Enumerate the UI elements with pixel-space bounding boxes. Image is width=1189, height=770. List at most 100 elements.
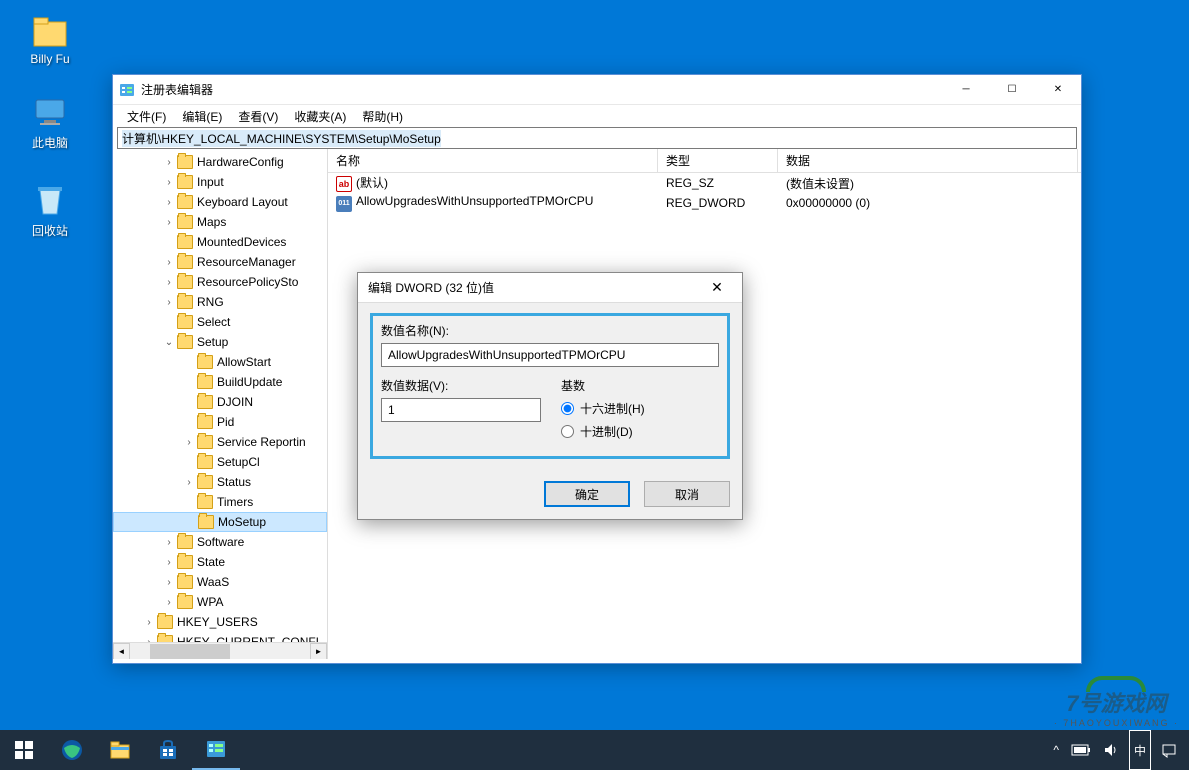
menu-file[interactable]: 文件(F) <box>119 106 174 127</box>
taskbar-store[interactable] <box>144 730 192 770</box>
taskbar-regedit-active[interactable] <box>192 730 240 770</box>
tree-item[interactable]: › RNG <box>113 292 327 312</box>
dialog-titlebar[interactable]: 编辑 DWORD (32 位)值 ✕ <box>358 273 742 303</box>
tray-battery-icon[interactable] <box>1065 730 1097 770</box>
close-button[interactable]: ✕ <box>1035 75 1081 105</box>
tree-item[interactable]: Select <box>113 312 327 332</box>
tree-expand-icon[interactable]: › <box>163 597 175 608</box>
value-data-input[interactable] <box>381 398 541 422</box>
tree-expand-icon[interactable]: › <box>183 477 195 488</box>
tree-item[interactable]: ›Maps <box>113 212 327 232</box>
radio-hexadecimal[interactable]: 十六进制(H) <box>561 400 719 417</box>
tree-item[interactable]: MountedDevices <box>113 232 327 252</box>
scroll-right-button[interactable]: ► <box>310 643 327 659</box>
radio-dec-input[interactable] <box>561 425 574 438</box>
tree-expand-icon[interactable]: › <box>163 577 175 588</box>
tree-panel[interactable]: ›HardwareConfig›Input›Keyboard Layout›Ma… <box>113 149 328 659</box>
tree-item[interactable]: ›WaaS <box>113 572 327 592</box>
scroll-left-button[interactable]: ◄ <box>113 643 130 659</box>
tree-expand-icon[interactable]: › <box>183 437 195 448</box>
tree-item[interactable]: ›WPA <box>113 592 327 612</box>
tree-item[interactable]: ⌄ Setup <box>113 332 327 352</box>
tree-item-label: RNG <box>197 295 224 309</box>
menu-view[interactable]: 查看(V) <box>230 106 286 127</box>
start-button[interactable] <box>0 730 48 770</box>
folder-icon <box>177 215 193 229</box>
tree-item[interactable]: ›ResourcePolicySto <box>113 272 327 292</box>
tree-item-label: Setup <box>197 335 228 349</box>
tree-item-label: MoSetup <box>218 515 266 529</box>
list-row[interactable]: ab(默认)REG_SZ(数值未设置) <box>328 173 1081 193</box>
tree-item[interactable]: BuildUpdate <box>113 372 327 392</box>
desktop-icon-this-pc[interactable]: 此电脑 <box>12 92 88 151</box>
tree-item-label: Software <box>197 535 244 549</box>
tree-expand-icon[interactable]: › <box>163 257 175 268</box>
tree-expand-icon[interactable]: › <box>163 557 175 568</box>
col-header-type[interactable]: 类型 <box>658 149 778 172</box>
tree-item[interactable]: ›State <box>113 552 327 572</box>
scroll-thumb[interactable] <box>150 644 230 659</box>
tree-item[interactable]: › Software <box>113 532 327 552</box>
folder-icon <box>177 575 193 589</box>
value-data: (数值未设置) <box>778 175 1078 192</box>
tree-expand-icon[interactable]: › <box>163 537 175 548</box>
tree-expand-icon[interactable]: › <box>143 617 155 628</box>
tree-item[interactable]: ›HKEY_USERS <box>113 612 327 632</box>
col-header-data[interactable]: 数据 <box>778 149 1078 172</box>
tree-expand-icon[interactable]: › <box>163 217 175 228</box>
radio-hex-input[interactable] <box>561 402 574 415</box>
tree-item-label: Timers <box>217 495 253 509</box>
desktop-icon-label: Billy Fu <box>12 52 88 66</box>
menu-favorites[interactable]: 收藏夹(A) <box>286 106 354 127</box>
desktop-icon-user[interactable]: Billy Fu <box>12 10 88 66</box>
folder-icon <box>197 375 213 389</box>
address-bar[interactable]: 计算机\HKEY_LOCAL_MACHINE\SYSTEM\Setup\MoSe… <box>117 127 1077 149</box>
radio-decimal[interactable]: 十进制(D) <box>561 423 719 440</box>
value-name-input[interactable] <box>381 343 719 367</box>
desktop-icon-recycle-bin[interactable]: 回收站 <box>12 180 88 239</box>
tree-item[interactable]: ›HardwareConfig <box>113 152 327 172</box>
cancel-button[interactable]: 取消 <box>644 481 730 507</box>
tray-ime[interactable]: 中 <box>1129 730 1151 770</box>
tree-expand-icon[interactable]: › <box>163 297 175 308</box>
tree-item[interactable]: Timers <box>113 492 327 512</box>
tree-item[interactable]: Pid <box>113 412 327 432</box>
tray-expand-icon[interactable]: ^ <box>1047 730 1065 770</box>
value-type: REG_DWORD <box>658 196 778 210</box>
tree-expand-icon[interactable]: › <box>163 177 175 188</box>
folder-icon <box>197 435 213 449</box>
system-tray: ^ 中 <box>1047 730 1189 770</box>
tree-item[interactable]: ›Keyboard Layout <box>113 192 327 212</box>
menu-help[interactable]: 帮助(H) <box>354 106 411 127</box>
value-name-label: 数值名称(N): <box>381 322 719 339</box>
tray-notifications-icon[interactable] <box>1155 730 1183 770</box>
recycle-bin-icon <box>30 180 70 220</box>
dialog-close-button[interactable]: ✕ <box>702 273 732 303</box>
menu-edit[interactable]: 编辑(E) <box>174 106 230 127</box>
tray-volume-icon[interactable] <box>1097 730 1125 770</box>
taskbar-explorer[interactable] <box>96 730 144 770</box>
tree-expand-icon[interactable]: › <box>163 277 175 288</box>
tree-expand-icon[interactable]: ⌄ <box>163 337 175 348</box>
tree-item[interactable]: ›ResourceManager <box>113 252 327 272</box>
tree-item-label: DJOIN <box>217 395 253 409</box>
tree-expand-icon[interactable]: › <box>163 157 175 168</box>
titlebar[interactable]: 注册表编辑器 ─ ☐ ✕ <box>113 75 1081 105</box>
tree-item[interactable]: ›Service Reportin <box>113 432 327 452</box>
maximize-button[interactable]: ☐ <box>989 75 1035 105</box>
taskbar-edge[interactable] <box>48 730 96 770</box>
tree-item[interactable]: DJOIN <box>113 392 327 412</box>
tree-item[interactable]: SetupCl <box>113 452 327 472</box>
tree-item[interactable]: ›Status <box>113 472 327 492</box>
ok-button[interactable]: 确定 <box>544 481 630 507</box>
list-row[interactable]: 011AllowUpgradesWithUnsupportedTPMOrCPUR… <box>328 193 1081 213</box>
tree-item[interactable]: AllowStart <box>113 352 327 372</box>
desktop-icon-label: 回收站 <box>12 222 88 239</box>
minimize-button[interactable]: ─ <box>943 75 989 105</box>
col-header-name[interactable]: 名称 <box>328 149 658 172</box>
tree-item[interactable]: ›Input <box>113 172 327 192</box>
horizontal-scrollbar[interactable]: ◄ ► <box>113 642 327 659</box>
tree-item[interactable]: MoSetup <box>113 512 327 532</box>
tree-item-label: Pid <box>217 415 234 429</box>
tree-expand-icon[interactable]: › <box>163 197 175 208</box>
